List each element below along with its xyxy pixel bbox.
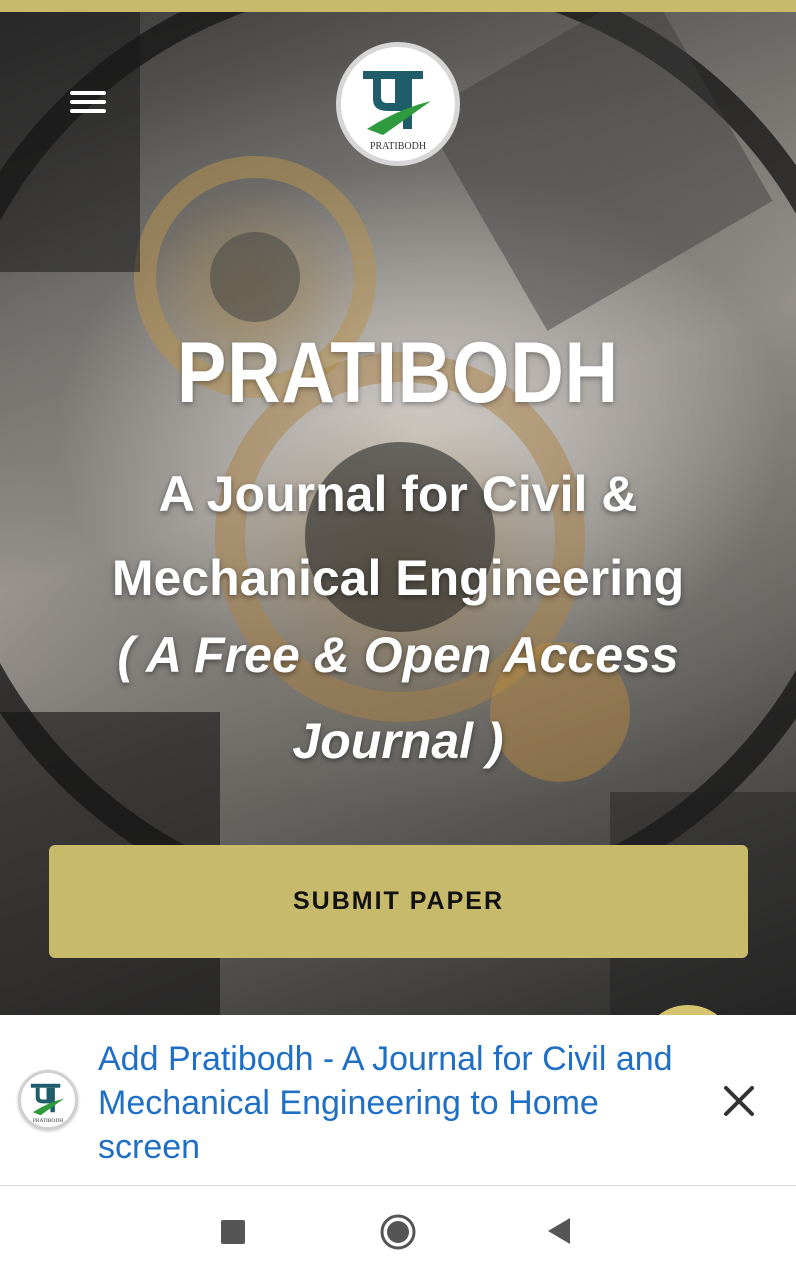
site-logo[interactable]: PRATIBODH: [336, 42, 460, 166]
logo-caption: PRATIBODH: [370, 141, 426, 152]
hero-section: PRATIBODH PRATIBODH A Journal for Civil …: [0, 12, 796, 1015]
submit-paper-label: SUBMIT PAPER: [292, 887, 505, 915]
close-icon: [724, 1086, 754, 1116]
circle-home-icon: [380, 1214, 416, 1250]
add-to-home-screen-link[interactable]: Add Pratibodh - A Journal for Civil and …: [98, 1037, 688, 1169]
logo-emblem-icon: PRATIBODH: [30, 1083, 65, 1124]
app-icon: PRATIBODH: [18, 1070, 78, 1130]
site-tagline: ( A Free & Open Access Journal ): [117, 627, 679, 769]
back-button[interactable]: [546, 1216, 574, 1246]
logo-emblem-icon: PRATIBODH: [363, 71, 431, 152]
site-subtitle: A Journal for Civil & Mechanical Enginee…: [111, 466, 685, 606]
menu-button[interactable]: [66, 82, 110, 122]
site-title: PRATIBODH: [177, 325, 619, 421]
app-icon-caption: PRATIBODH: [33, 1118, 63, 1124]
hamburger-menu-icon: [70, 91, 106, 95]
top-accent-bar: [0, 0, 796, 12]
submit-paper-button[interactable]: SUBMIT PAPER: [49, 845, 748, 958]
home-button[interactable]: [380, 1214, 416, 1250]
square-recents-icon[interactable]: [221, 1220, 245, 1244]
close-banner-button[interactable]: [716, 1078, 762, 1124]
add-to-home-screen-banner: PRATIBODH Add Pratibodh - A Journal for …: [0, 1015, 796, 1186]
triangle-back-icon: [548, 1218, 570, 1244]
